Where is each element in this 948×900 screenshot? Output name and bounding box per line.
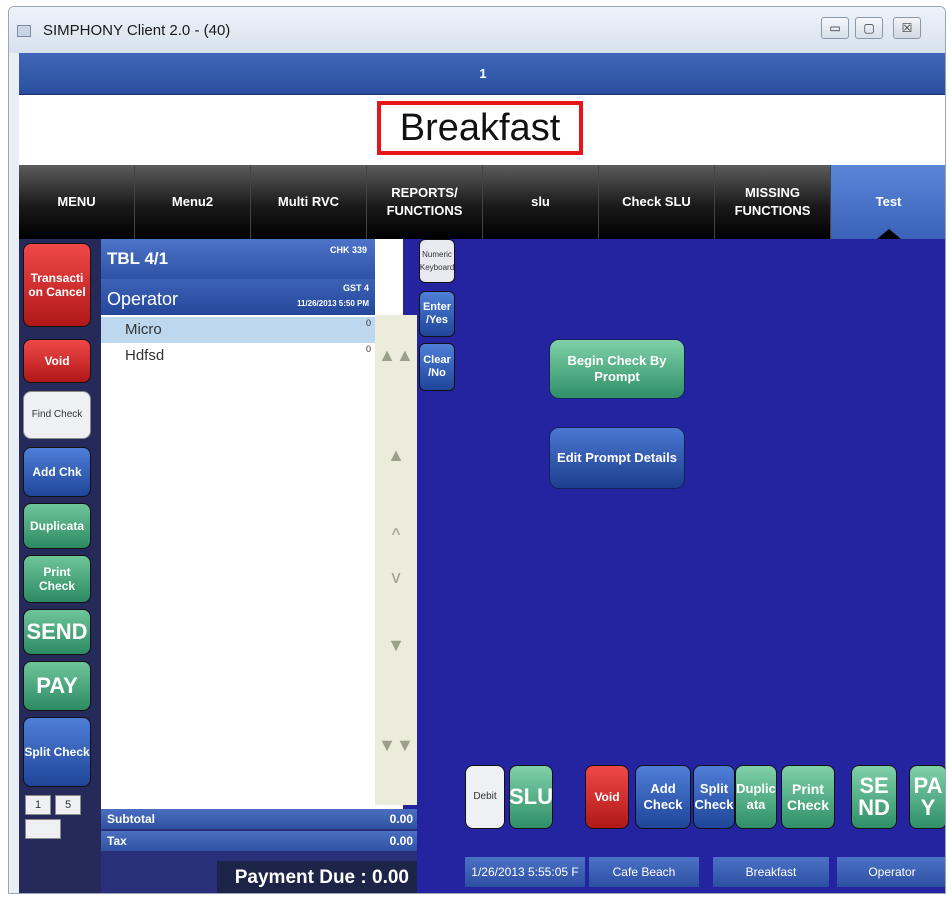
check-scrollbar: ▲▲ ▲ ^ v ▼ ▼▼: [375, 315, 417, 805]
subtotal-label: Subtotal: [107, 812, 155, 826]
status-datetime: 1/26/2013 5:55:05 F: [465, 857, 585, 887]
tax-row: Tax 0.00: [101, 831, 417, 851]
subtotal-row: Subtotal 0.00: [101, 809, 417, 829]
header-bar: Breakfast: [19, 95, 945, 165]
print-check-button[interactable]: Print Check: [23, 555, 91, 603]
key-column: Numeric Keyboard Enter /Yes Clear /No: [419, 239, 457, 419]
pay-bottom-button[interactable]: PA Y: [909, 765, 945, 829]
debit-button[interactable]: Debit: [465, 765, 505, 829]
title-bar: SIMPHONY Client 2.0 - (40) ▭ ▢ ☒: [9, 7, 945, 53]
split-check-button[interactable]: Split Check: [23, 717, 91, 787]
payment-due: Payment Due : 0.00: [217, 861, 417, 893]
keyboard-button[interactable]: Numeric Keyboard: [419, 239, 455, 283]
page-current[interactable]: 1: [25, 795, 51, 815]
clear-no-button[interactable]: Clear /No: [419, 343, 455, 391]
operator-name: Operator: [107, 289, 179, 309]
subtotal-value: 0.00: [389, 812, 413, 826]
menu-tabs: MENU Menu2 Multi RVC REPORTS/ FUNCTIONS …: [19, 165, 945, 239]
send-bottom-button[interactable]: SE ND: [851, 765, 897, 829]
status-operator: Operator: [837, 857, 945, 887]
check-datetime: 11/26/2013 5:50 PM: [296, 299, 369, 308]
tab-multi-rvc[interactable]: Multi RVC: [251, 165, 367, 239]
transaction-cancel-button[interactable]: Transacti on Cancel: [23, 243, 91, 327]
print-check-bottom-button[interactable]: Print Check: [781, 765, 835, 829]
item-qty: 0: [365, 344, 371, 354]
tab-reports-functions[interactable]: REPORTS/ FUNCTIONS: [367, 165, 483, 239]
tax-label: Tax: [107, 834, 127, 848]
check-totals: Subtotal 0.00 Tax 0.00 Payment Due : 0.0…: [101, 809, 417, 893]
find-check-button[interactable]: Find Check: [23, 391, 91, 439]
pay-button[interactable]: PAY: [23, 661, 91, 711]
void-button[interactable]: Void: [23, 339, 91, 383]
list-item[interactable]: Micro 0: [101, 317, 375, 343]
scroll-page-up-icon[interactable]: ▲: [375, 445, 417, 466]
page-extra[interactable]: [25, 819, 61, 839]
minimize-button[interactable]: ▭: [821, 17, 849, 39]
item-qty: 0: [365, 318, 371, 328]
check-header: TBL 4/1 CHK 339: [101, 239, 375, 279]
tab-menu[interactable]: MENU: [19, 165, 135, 239]
send-button[interactable]: SEND: [23, 609, 91, 655]
app-window: SIMPHONY Client 2.0 - (40) ▭ ▢ ☒ 1 Break…: [8, 6, 946, 894]
close-button[interactable]: ☒: [893, 17, 921, 39]
add-check-bottom-button[interactable]: Add Check: [635, 765, 691, 829]
item-name: Hdfsd: [125, 347, 165, 364]
table-number: TBL 4/1: [107, 249, 169, 268]
enter-yes-button[interactable]: Enter /Yes: [419, 291, 455, 337]
tab-missing-functions[interactable]: MISSING FUNCTIONS: [715, 165, 831, 239]
status-location: Cafe Beach: [589, 857, 699, 887]
begin-check-by-prompt-button[interactable]: Begin Check By Prompt: [549, 339, 685, 399]
check-detail-panel: TBL 4/1 CHK 339 Operator GST 4 11/26/201…: [101, 239, 417, 893]
window-title: SIMPHONY Client 2.0 - (40): [43, 22, 231, 39]
list-item[interactable]: Hdfsd 0: [101, 343, 375, 369]
scroll-line-down-icon[interactable]: v: [375, 567, 417, 588]
edit-prompt-details-button[interactable]: Edit Prompt Details: [549, 427, 685, 489]
tax-value: 0.00: [389, 834, 413, 848]
left-function-column: Transacti on Cancel Void Find Check Add …: [19, 239, 101, 893]
duplicate-button[interactable]: Duplicata: [23, 503, 91, 549]
duplicata-bottom-button[interactable]: Duplic ata: [735, 765, 777, 829]
scroll-page-down-icon[interactable]: ▼: [375, 635, 417, 656]
pos-workspace: 1 Breakfast MENU Menu2 Multi RVC REPORTS…: [19, 53, 945, 893]
add-check-button[interactable]: Add Chk: [23, 447, 91, 497]
scroll-line-up-icon[interactable]: ^: [375, 525, 417, 546]
check-operator-header: Operator GST 4 11/26/2013 5:50 PM: [101, 279, 375, 315]
tab-check-slu[interactable]: Check SLU: [599, 165, 715, 239]
item-name: Micro: [125, 321, 162, 338]
scroll-bottom-icon[interactable]: ▼▼: [375, 735, 417, 756]
maximize-button[interactable]: ▢: [855, 17, 883, 39]
page-title: Breakfast: [377, 101, 583, 155]
status-period: Breakfast: [713, 857, 829, 887]
split-check-bottom-button[interactable]: Split Check: [693, 765, 735, 829]
app-icon: [17, 25, 31, 37]
void-bottom-button[interactable]: Void: [585, 765, 629, 829]
tab-slu[interactable]: slu: [483, 165, 599, 239]
page-total[interactable]: 5: [55, 795, 81, 815]
guest-count: GST 4: [342, 283, 369, 293]
scroll-top-icon[interactable]: ▲▲: [375, 345, 417, 366]
slu-button[interactable]: SLU: [509, 765, 553, 829]
check-number: CHK 339: [329, 245, 367, 255]
top-strip: 1: [19, 53, 945, 95]
tab-test[interactable]: Test: [831, 165, 945, 239]
tab-menu2[interactable]: Menu2: [135, 165, 251, 239]
